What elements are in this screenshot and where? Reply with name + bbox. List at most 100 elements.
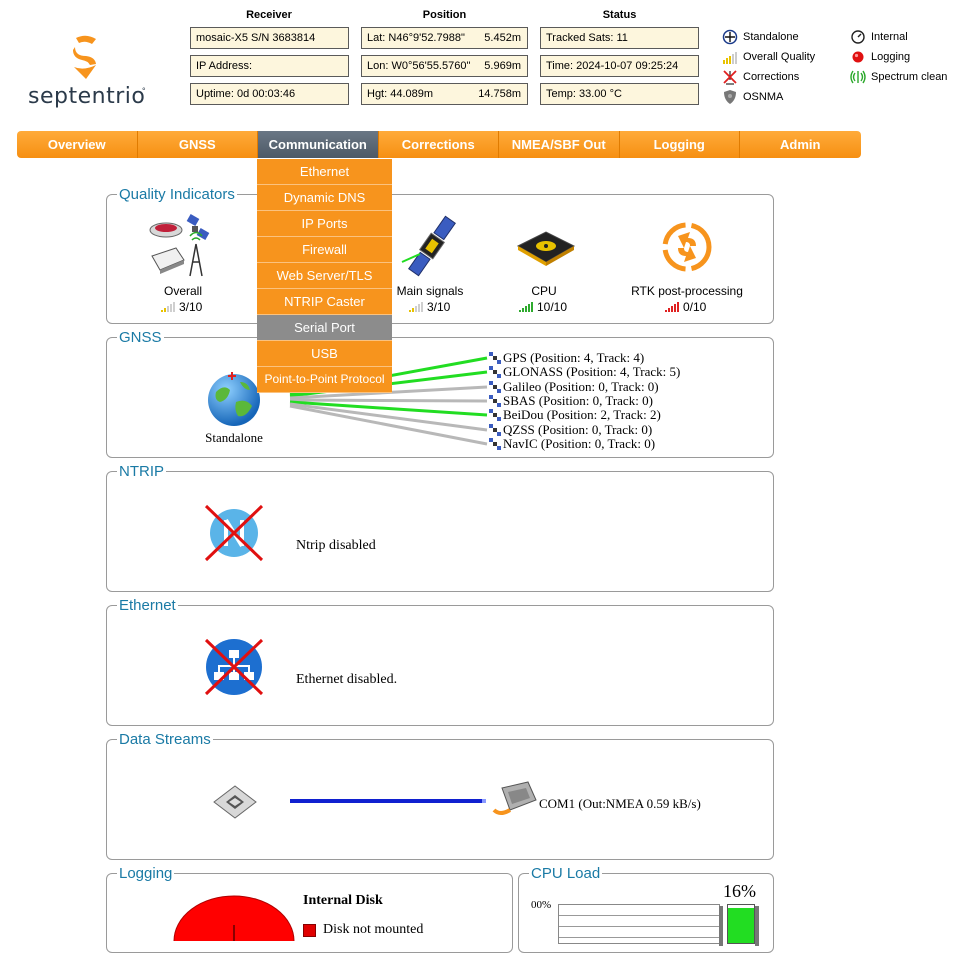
globe-icon bbox=[206, 372, 262, 428]
overall-label: Overall bbox=[163, 284, 202, 298]
com1-stream-label: COM1 (Out:NMEA 0.59 kB/s) bbox=[539, 796, 701, 811]
main-signals-score-value: 3/10 bbox=[427, 300, 451, 314]
registered-mark: ° bbox=[142, 86, 146, 96]
longitude-accuracy: 5.969m bbox=[484, 60, 521, 72]
rtk-signal-bars-icon bbox=[665, 302, 679, 312]
cpu-signal-bars-icon bbox=[519, 302, 533, 312]
legend-standalone: Standalone bbox=[722, 29, 799, 45]
signal-bar bbox=[665, 310, 667, 312]
height-accuracy: 14.758m bbox=[478, 88, 521, 100]
receiver-ip-address: IP Address: bbox=[190, 55, 349, 77]
satellite-icon bbox=[489, 409, 501, 421]
latitude-value: Lat: N46°9'52.7988" bbox=[367, 32, 465, 44]
tab-admin[interactable]: Admin bbox=[740, 131, 861, 158]
signal-bar bbox=[167, 306, 169, 312]
rtk-postprocessing-label: RTK post-processing bbox=[631, 284, 743, 298]
constellation-label: BeiDou (Position: 2, Track: 2) bbox=[503, 407, 661, 422]
main-signals-signal-bars-icon bbox=[409, 302, 423, 312]
tab-corrections[interactable]: Corrections bbox=[378, 131, 499, 158]
satellite-icon bbox=[489, 352, 501, 364]
corrections-disabled-icon bbox=[722, 69, 738, 85]
cpu-load-percent: 16% bbox=[723, 881, 756, 901]
record-dot-icon bbox=[850, 49, 866, 65]
menu-item-firewall[interactable]: Firewall bbox=[257, 237, 392, 263]
constellation-gps: GPS (Position: 4, Track: 4) bbox=[489, 351, 644, 365]
constellation-glonass: GLONASS (Position: 4, Track: 5) bbox=[489, 365, 680, 379]
tab-logging[interactable]: Logging bbox=[619, 131, 740, 158]
receiver-header: Receiver bbox=[246, 9, 292, 21]
legend-internal-label: Internal bbox=[871, 31, 908, 43]
shield-icon bbox=[722, 89, 738, 105]
signal-bar bbox=[164, 308, 166, 312]
status-temperature: Temp: 33.00 °C bbox=[540, 83, 699, 105]
serial-port-icon bbox=[492, 780, 538, 822]
tab-communication[interactable]: Communication bbox=[258, 131, 379, 158]
logging-title: Logging bbox=[117, 865, 175, 882]
signal-bar bbox=[677, 302, 679, 312]
signal-bar bbox=[161, 310, 163, 312]
signal-bars-icon bbox=[722, 49, 738, 65]
status-tracked-sats: Tracked Sats: 11 bbox=[540, 27, 699, 49]
data-stream-line-end bbox=[482, 799, 486, 803]
disk-usage-pie bbox=[172, 895, 296, 941]
legend-logging: Logging bbox=[850, 49, 910, 65]
gnss-title: GNSS bbox=[117, 329, 164, 346]
signal-bar bbox=[173, 302, 175, 312]
disk-status-text: Disk not mounted bbox=[323, 922, 424, 937]
height-value: Hgt: 44.089m bbox=[367, 88, 434, 100]
position-latitude: Lat: N46°9'52.7988" 5.452m bbox=[361, 27, 528, 49]
signal-bar bbox=[409, 310, 411, 312]
signal-bar bbox=[671, 306, 673, 312]
clock-icon bbox=[850, 29, 866, 45]
ntrip-disabled-icon bbox=[202, 502, 266, 564]
rtk-postprocessing-score-value: 0/10 bbox=[683, 300, 707, 314]
legend-spectrum-clean-label: Spectrum clean bbox=[871, 71, 948, 83]
constellation-label: SBAS (Position: 0, Track: 0) bbox=[503, 393, 653, 408]
menu-item-ntrip-caster[interactable]: NTRIP Caster bbox=[257, 289, 392, 315]
receiver-uptime: Uptime: 0d 00:03:46 bbox=[190, 83, 349, 105]
satellite-icon bbox=[489, 366, 501, 378]
menu-item-ip-ports[interactable]: IP Ports bbox=[257, 211, 392, 237]
menu-item-point-to-point-protocol[interactable]: Point-to-Point Protocol bbox=[257, 367, 392, 393]
data-streams-title: Data Streams bbox=[117, 731, 213, 748]
tab-overview[interactable]: Overview bbox=[17, 131, 138, 158]
tab-nmea-sbf-out[interactable]: NMEA/SBF Out bbox=[499, 131, 620, 158]
signal-bar bbox=[528, 304, 530, 312]
menu-item-dynamic-dns[interactable]: Dynamic DNS bbox=[257, 185, 392, 211]
tab-gnss[interactable]: GNSS bbox=[137, 131, 258, 158]
satellite-icon bbox=[489, 381, 501, 393]
constellation-galileo: Galileo (Position: 0, Track: 0) bbox=[489, 380, 659, 394]
overall-score-value: 3/10 bbox=[179, 300, 203, 314]
crosshair-icon bbox=[722, 29, 738, 45]
legend-overall-quality-label: Overall Quality bbox=[743, 51, 816, 63]
signal-bar bbox=[412, 308, 414, 312]
cpu-load-axis-top: 00% bbox=[531, 899, 552, 911]
overall-score: 3/10 bbox=[161, 300, 202, 314]
internal-disk-title: Internal Disk bbox=[303, 893, 383, 908]
rtk-postprocessing-icon bbox=[656, 218, 718, 276]
latitude-accuracy: 5.452m bbox=[484, 32, 521, 44]
receiver-module-icon bbox=[212, 782, 258, 822]
ethernet-disabled-icon bbox=[202, 636, 266, 698]
menu-item-web-server-tls[interactable]: Web Server/TLS bbox=[257, 263, 392, 289]
constellation-beidou: BeiDou (Position: 2, Track: 2) bbox=[489, 408, 661, 422]
main-signals-score: 3/10 bbox=[409, 300, 450, 314]
menu-item-usb[interactable]: USB bbox=[257, 341, 392, 367]
signal-bar bbox=[668, 308, 670, 312]
menu-item-serial-port[interactable]: Serial Port bbox=[257, 315, 392, 341]
constellation-label: NavIC (Position: 0, Track: 0) bbox=[503, 436, 656, 451]
cpu-load-graph-shadow bbox=[719, 906, 723, 946]
main-signals-label: Main signals bbox=[396, 284, 464, 298]
ethernet-status-message: Ethernet disabled. bbox=[296, 672, 398, 687]
legend-overall-quality: Overall Quality bbox=[722, 49, 815, 65]
cpu-score-value: 10/10 bbox=[537, 300, 568, 314]
status-header: Status bbox=[602, 9, 637, 21]
position-header: Position bbox=[422, 9, 467, 21]
ntrip-title: NTRIP bbox=[117, 463, 166, 480]
menu-item-ethernet[interactable]: Ethernet bbox=[257, 159, 392, 185]
rtk-postprocessing-score: 0/10 bbox=[665, 300, 706, 314]
septentrio-logo-mark bbox=[70, 34, 102, 80]
legend-osnma-label: OSNMA bbox=[743, 91, 784, 103]
cpu-score: 10/10 bbox=[519, 300, 567, 314]
constellation-label: GPS (Position: 4, Track: 4) bbox=[503, 350, 645, 365]
